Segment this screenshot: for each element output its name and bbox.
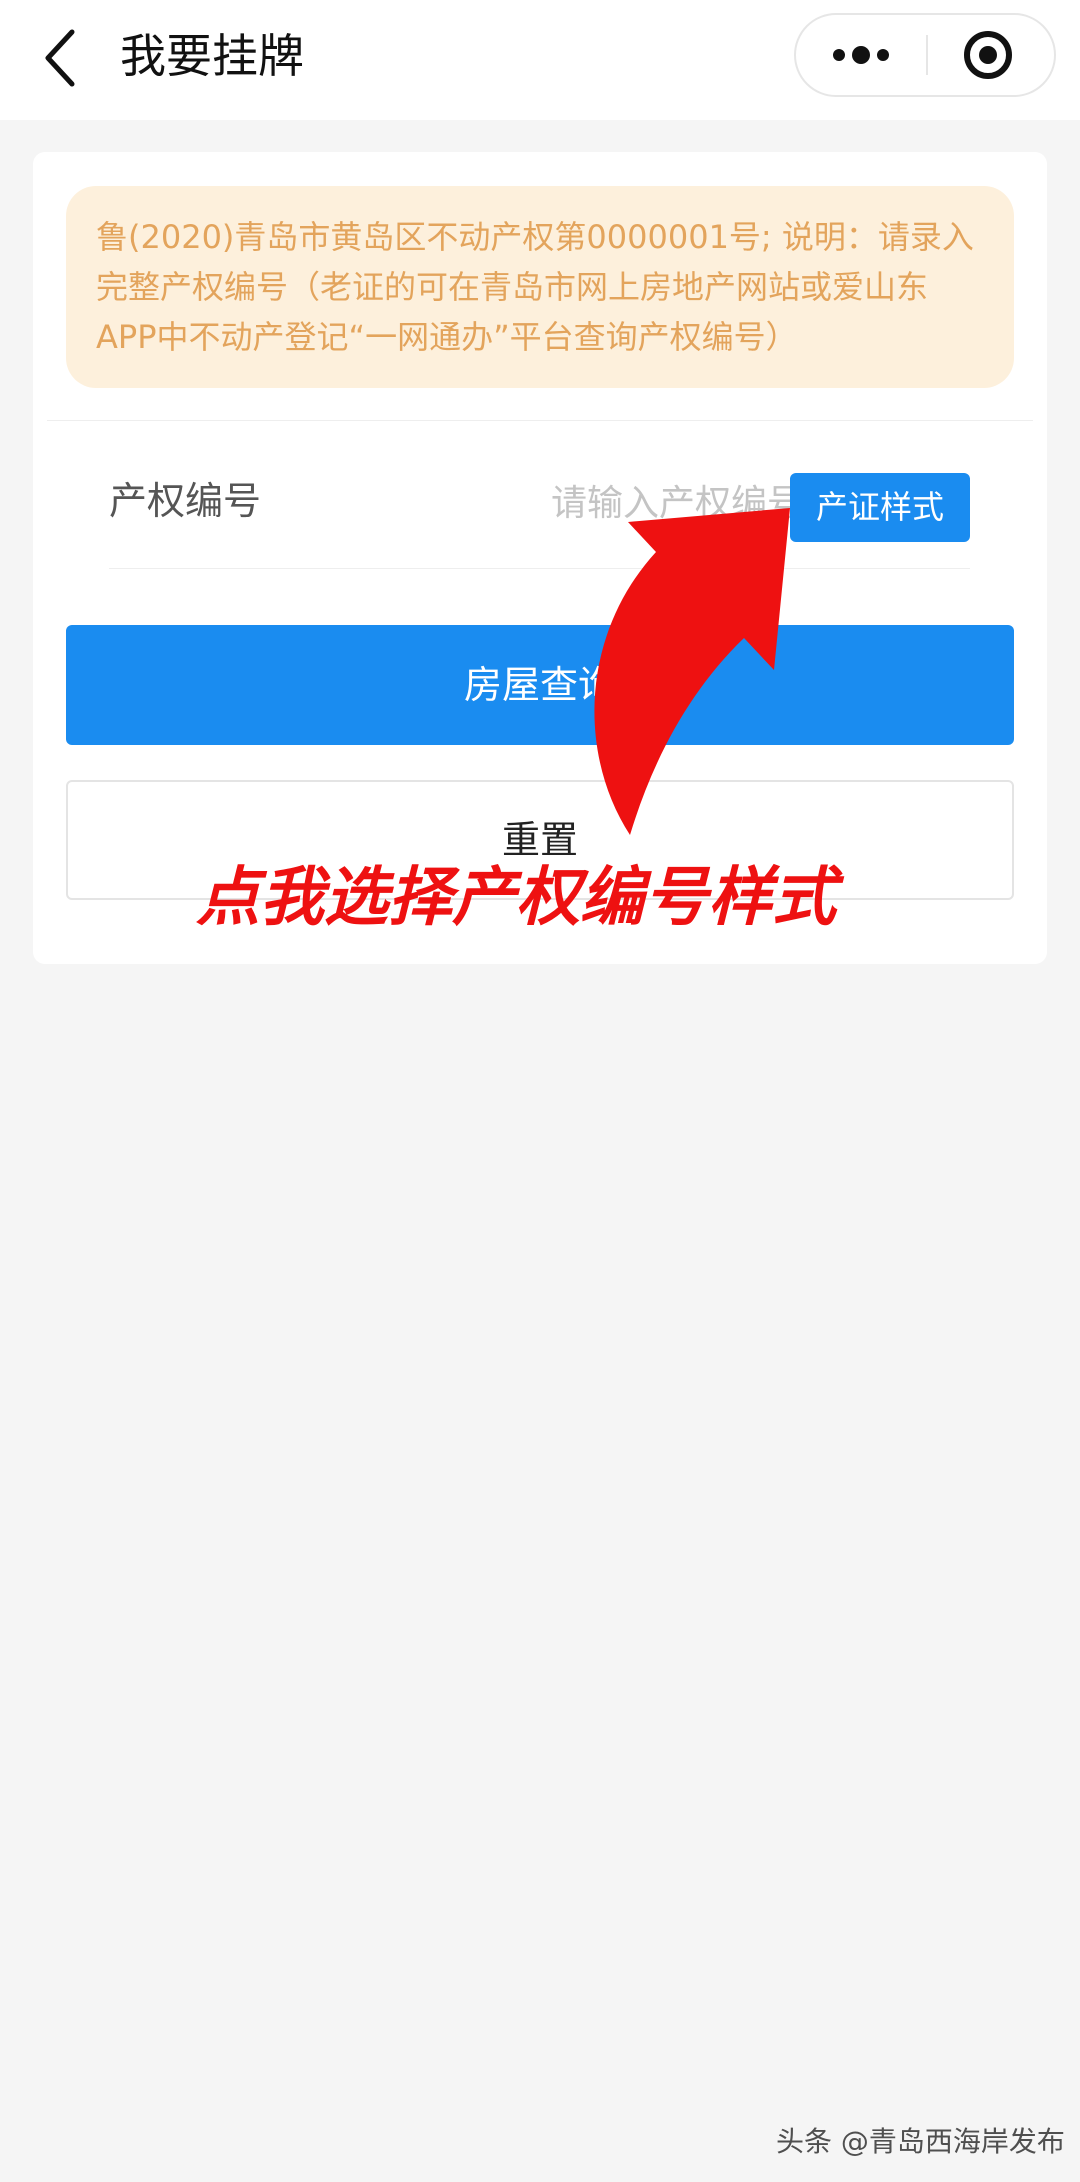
page-title: 我要挂牌 [120, 29, 304, 83]
watermark: 头条 @青岛西海岸发布 [776, 2125, 1065, 2158]
target-icon [964, 31, 1012, 79]
chevron-left-icon [45, 29, 75, 87]
notice-box: 鲁(2020)青岛市黄岛区不动产权第0000001号; 说明：请录入完整产权编号… [66, 186, 1014, 388]
field-label: 产权编号 [109, 479, 262, 523]
query-button[interactable]: 房屋查询 [66, 625, 1014, 745]
property-number-input[interactable] [473, 478, 803, 528]
more-button[interactable] [796, 15, 926, 95]
back-button[interactable] [30, 22, 90, 94]
more-dots-icon [833, 46, 889, 64]
mini-program-capsule [794, 13, 1056, 97]
certificate-sample-button[interactable]: 产证样式 [790, 473, 970, 542]
form-card: 鲁(2020)青岛市黄岛区不动产权第0000001号; 说明：请录入完整产权编号… [33, 152, 1047, 964]
field-divider [109, 568, 970, 569]
divider [47, 420, 1033, 421]
navigation-bar: 我要挂牌 [0, 0, 1080, 120]
annotation-text: 点我选择产权编号样式 [196, 861, 836, 935]
close-button[interactable] [928, 15, 1054, 95]
